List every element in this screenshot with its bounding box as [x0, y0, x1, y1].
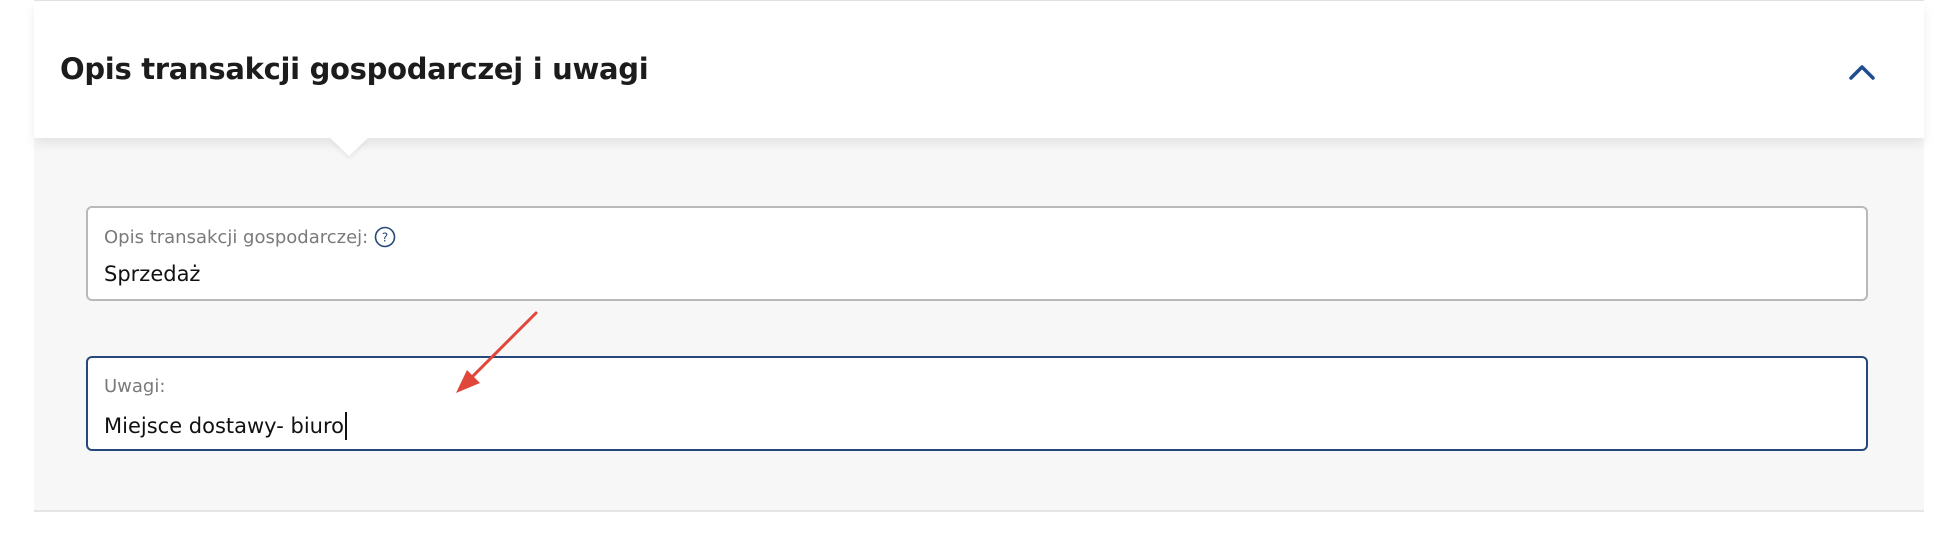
notes-field-label: Uwagi:: [104, 376, 165, 397]
collapse-button[interactable]: [1840, 50, 1884, 94]
description-field-label: Opis transakcji gospodarczej: ?: [104, 226, 396, 248]
top-divider: [34, 0, 1924, 1]
description-field[interactable]: Opis transakcji gospodarczej: ? Sprzedaż: [86, 206, 1868, 301]
notes-field-value: Miejsce dostawy- biuro: [104, 414, 344, 438]
header-pointer: [330, 138, 368, 156]
chevron-up-icon: [1849, 65, 1875, 80]
question-circle-icon[interactable]: ?: [374, 226, 396, 248]
transaction-description-section: Opis transakcji gospodarczej i uwagi Opi…: [34, 2, 1924, 512]
notes-label-text: Uwagi:: [104, 376, 166, 397]
text-caret: [345, 412, 347, 440]
description-label-text: Opis transakcji gospodarczej:: [104, 226, 369, 248]
section-header[interactable]: Opis transakcji gospodarczej i uwagi: [34, 2, 1924, 138]
svg-text:?: ?: [382, 231, 388, 245]
section-title: Opis transakcji gospodarczej i uwagi: [60, 52, 649, 86]
notes-field-value-wrapper[interactable]: Miejsce dostawy- biuro: [104, 412, 347, 440]
notes-field[interactable]: Uwagi: Miejsce dostawy- biuro: [86, 356, 1868, 451]
page: Opis transakcji gospodarczej i uwagi Opi…: [0, 0, 1957, 543]
description-field-value[interactable]: Sprzedaż: [104, 262, 200, 286]
